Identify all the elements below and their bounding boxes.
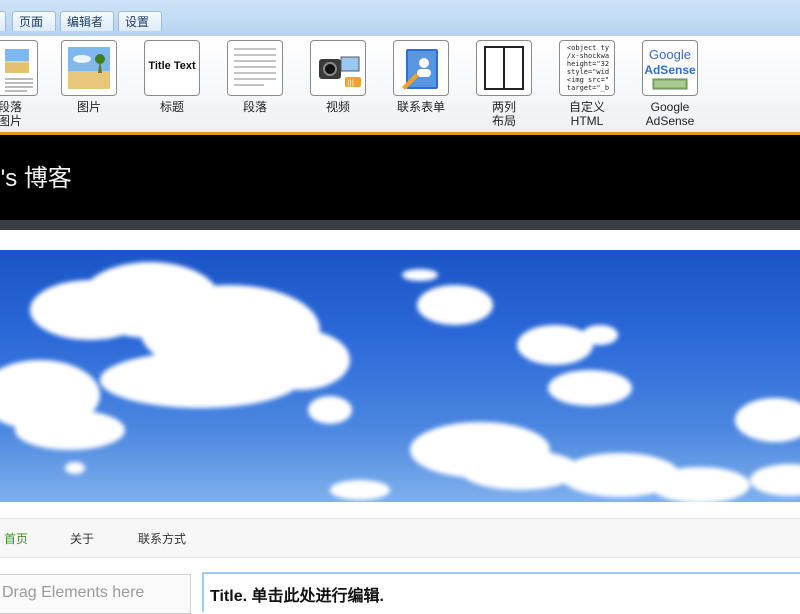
tool-label: 自定义 HTML — [568, 100, 605, 128]
nav-about[interactable]: 关于 — [70, 530, 94, 547]
tool-google-adsense[interactable]: Google AdSense Google AdSense — [634, 38, 706, 130]
clouds-illustration — [0, 262, 800, 502]
tool-two-column[interactable]: 两列 布局 — [468, 38, 540, 130]
tab-pages[interactable]: 页面 — [12, 11, 56, 31]
top-tab-bar: 页面 编辑者 设置 — [0, 0, 800, 37]
tool-video[interactable]: ||| 视频 — [302, 38, 374, 130]
tool-label: 图片 — [76, 100, 101, 114]
google-adsense-icon: Google AdSense — [642, 40, 698, 96]
sky-banner-image — [0, 250, 800, 502]
element-toolbar: 段落 图片 图片 Title Text 标题 段落 ||| 视频 联系表单 两列… — [0, 36, 800, 132]
video-icon: ||| — [310, 40, 366, 96]
tab-editors[interactable]: 编辑者 — [60, 11, 114, 31]
image-icon — [61, 40, 117, 96]
tool-paragraph[interactable]: 段落 — [219, 38, 291, 130]
tool-image[interactable]: 图片 — [53, 38, 125, 130]
tool-label: 联系表单 — [396, 100, 445, 114]
tool-label: 视频 — [325, 100, 350, 114]
paragraph-image-icon — [0, 40, 38, 96]
editable-title[interactable]: Title. 单击此处进行编辑. — [210, 582, 384, 606]
site-nav — [0, 518, 800, 558]
tool-paragraph-image[interactable]: 段落 图片 — [0, 38, 46, 130]
custom-html-icon: <object ty /x-shockwa height="32 style="… — [559, 40, 615, 96]
title-icon: Title Text — [144, 40, 200, 96]
tool-custom-html[interactable]: <object ty /x-shockwa height="32 style="… — [551, 38, 623, 130]
tool-label: 两列 布局 — [491, 100, 516, 128]
tool-label: Google AdSense — [645, 100, 695, 128]
tab-settings[interactable]: 设置 — [118, 11, 162, 31]
header-divider — [0, 220, 800, 230]
site-title[interactable]: 's 博客 — [0, 158, 72, 193]
tab-partial[interactable] — [0, 11, 6, 31]
nav-contact[interactable]: 联系方式 — [138, 530, 186, 547]
tool-label: 标题 — [159, 100, 184, 114]
svg-text:|||: ||| — [347, 79, 354, 87]
tool-label: 段落 图片 — [0, 100, 22, 128]
two-column-icon — [476, 40, 532, 96]
nav-home[interactable]: 首页 — [4, 530, 28, 547]
tool-contact-form[interactable]: 联系表单 — [385, 38, 457, 130]
tool-label: 段落 — [242, 100, 267, 114]
paragraph-icon — [227, 40, 283, 96]
site-header — [0, 135, 800, 220]
contact-form-icon — [393, 40, 449, 96]
title-icon-text: Title Text — [148, 60, 196, 72]
tool-title[interactable]: Title Text 标题 — [136, 38, 208, 130]
drop-zone-hint: Drag Elements here — [2, 584, 145, 601]
custom-html-icon-text: <object ty /x-shockwa height="32 style="… — [566, 44, 610, 92]
